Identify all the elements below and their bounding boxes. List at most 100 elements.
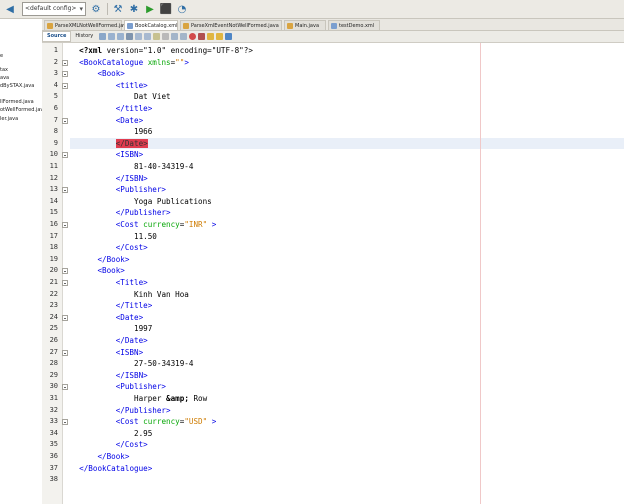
project-tree-item[interactable]: tax [0,67,8,73]
fold-toggle-icon[interactable] [62,187,68,194]
fold-toggle-icon[interactable] [62,268,68,275]
code-token: <BookCatalogue [79,57,148,67]
code-token: 81-40-34319-4 [134,162,194,171]
code-line: </Date> [70,335,624,347]
gear-icon[interactable]: ⚙ [90,3,102,15]
code-token: currency [143,220,180,229]
code-token: Dat Viet [134,92,171,102]
back-icon[interactable] [108,33,116,40]
code-token: 27-50-34319-4 [134,359,194,369]
code-line: <BookCatalogue xmlns=""> [70,57,624,69]
find-next-icon[interactable] [144,33,152,40]
code-line: Harper &amp; Row [70,393,624,405]
editor-toolbar: Source History [42,31,624,43]
project-tree-item[interactable]: otWellFormed.java [0,107,42,113]
profile-icon[interactable]: ◔ [176,3,188,15]
code-token: <Publisher> [115,382,167,392]
line-number: 25 [49,324,58,333]
validate-xml-icon[interactable] [216,33,224,40]
fold-toggle-icon[interactable] [62,59,68,66]
line-number: 1 [53,46,58,54]
stop-macro-icon[interactable] [198,33,206,40]
hammer-icon[interactable]: ⚒ [112,3,124,15]
project-panel: e tax ava dBySTAX.java llFormed.java otWellFo… [0,19,43,504]
code-token: > [207,220,217,229]
line-number: 7 [53,115,58,124]
line-number-gutter: 1 2 3 4 5 6 7 8 9 10 11 12 13 14 15 16 17 18 19 20 21 22 23 24 2… [42,43,63,504]
fold-toggle-icon[interactable] [62,152,68,159]
source-tab[interactable]: Source [42,31,72,42]
xsl-transform-icon[interactable] [225,33,233,40]
line-number: 30 [49,382,58,391]
fold-toggle-icon[interactable] [62,71,68,78]
code-token: <Cost [115,417,144,427]
fold-toggle-icon[interactable] [62,314,68,321]
project-tree-item[interactable]: ava [0,75,9,81]
run-icon[interactable]: ▶ [144,3,156,15]
project-tree-item[interactable]: llFormed.java [0,99,34,105]
tab-parsexmleventnotwellformed[interactable]: ParseXmlEventNotWellFormed.java [180,20,282,30]
fold-toggle-icon[interactable] [62,222,68,228]
code-token: "INR" [184,220,208,229]
fold-toggle-icon[interactable] [62,280,68,286]
code-line: 11.50 [70,231,624,243]
record-macro-icon[interactable] [189,33,197,40]
code-token: </Publisher> [115,405,171,415]
code-token: 1997 [134,324,153,334]
shift-left-icon[interactable] [171,33,179,40]
line-number: 10 [49,150,58,159]
toggle-bookmark-icon[interactable] [162,33,170,40]
fold-toggle-icon[interactable] [62,82,68,89]
line-number: 16 [49,220,58,228]
code-line: </BookCatalogue> [70,463,624,475]
code-line: <ISBN> [70,149,624,161]
code-token: 11.50 [134,231,157,241]
code-token: </ISBN> [115,173,148,183]
tab-bookcatalog[interactable]: BookCatalog.xml [124,20,178,30]
code-token: <Publisher> [115,185,167,195]
code-editor[interactable]: <?xml version="1.0" encoding="UTF-8"?> <… [70,43,624,504]
debug-icon[interactable]: ⬛ [160,3,172,15]
line-number: 17 [49,231,58,240]
line-number: 22 [49,289,58,298]
find-previous-icon[interactable] [135,33,143,40]
forward-icon[interactable] [117,33,125,40]
fold-toggle-icon[interactable] [62,419,68,426]
line-number: 34 [49,428,58,437]
last-edit-icon[interactable] [99,33,107,40]
project-tree-item[interactable]: e [0,53,3,59]
back-icon[interactable]: ◀ [4,3,16,15]
find-icon[interactable] [126,33,134,40]
code-line: Kinh Van Hoa [70,289,624,301]
tab-main[interactable]: Main.java [284,20,326,30]
line-number: 14 [49,196,58,205]
fold-toggle-icon[interactable] [62,349,68,356]
code-line: <ISBN> [70,347,624,359]
java-file-icon [287,23,293,29]
clean-build-icon[interactable]: ✱ [128,3,140,15]
code-token: </ISBN> [115,370,148,380]
code-line: </ISBN> [70,173,624,185]
code-line: 1966 [70,126,624,138]
tab-testdemo[interactable]: testDemo.xml [328,20,380,30]
line-number: 15 [49,208,58,217]
tab-parsexmlnotwellformed[interactable]: ParseXMLNotWellFormed.java [44,20,129,30]
shift-right-icon[interactable] [180,33,188,40]
code-token: currency [143,417,180,427]
line-number: 33 [49,417,58,426]
project-tree-item[interactable]: ler.java [0,116,18,122]
toggle-highlight-icon[interactable] [153,33,161,40]
tab-label: ParseXMLNotWellFormed.java [55,23,130,29]
code-token: <ISBN> [115,347,144,357]
fold-toggle-icon[interactable] [62,117,68,124]
config-select[interactable]: <default config> [22,2,86,16]
code-token: > [207,417,217,427]
fold-toggle-icon[interactable] [62,384,68,391]
project-tree-item[interactable]: dBySTAX.java [0,83,34,89]
line-number: 18 [49,243,58,252]
line-number: 6 [53,104,58,112]
history-tab[interactable]: History [71,32,97,41]
code-line: <Title> [70,277,624,289]
check-xml-icon[interactable] [207,33,215,40]
